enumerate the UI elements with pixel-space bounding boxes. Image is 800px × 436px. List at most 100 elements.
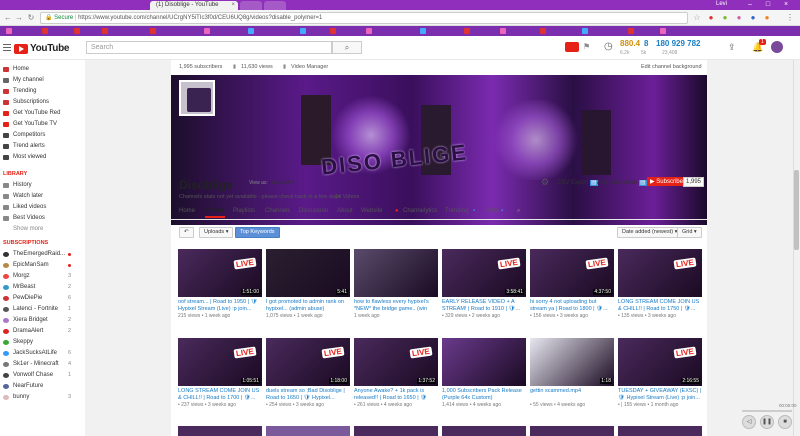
video-thumbnail[interactable]: LIVE 4:37:50: [530, 249, 614, 297]
close-window-icon[interactable]: ×: [778, 0, 794, 10]
sidebar-item[interactable]: Get YouTube Red: [0, 108, 85, 119]
profile-name[interactable]: Levi: [716, 1, 727, 7]
subscription-item[interactable]: PewDiePie 6: [0, 293, 85, 304]
video-thumbnail-partial[interactable]: [530, 426, 614, 436]
video-card[interactable]: LIVE LONG STREAM COME JOIN US & CHILL!! |…: [618, 249, 702, 319]
extension-icon[interactable]: ●: [720, 13, 730, 23]
subscription-item[interactable]: Latenci - Fortnite 1: [0, 304, 85, 315]
stop-icon[interactable]: ■: [778, 415, 792, 429]
rewind-icon[interactable]: ◁: [742, 415, 756, 429]
video-title[interactable]: LONG STREAM COME JOIN US & CHILL!! | Roa…: [618, 299, 702, 312]
video-thumbnail[interactable]: LIVE 1:51:00: [178, 249, 262, 297]
uploads-dropdown[interactable]: Uploads ▾: [199, 227, 234, 238]
bookmark-icon[interactable]: [366, 28, 372, 34]
bookmark-icon[interactable]: [150, 28, 156, 34]
bookmark-icon[interactable]: [420, 28, 426, 34]
subscription-item[interactable]: MrBeast 2: [0, 282, 85, 293]
subscription-item[interactable]: Vonwolf Chase 1: [0, 370, 85, 381]
gear-icon[interactable]: ⚙: [541, 177, 549, 188]
extension-icon[interactable]: ●: [706, 13, 716, 23]
bookmark-icon[interactable]: [628, 28, 634, 34]
bookmark-icon[interactable]: [500, 28, 506, 34]
video-title[interactable]: oof stream... | Road to 1950 | 🛡 Hypixel…: [178, 299, 262, 312]
video-thumbnail[interactable]: LIVE 3:58:41: [442, 249, 526, 297]
scrollbar-thumb[interactable]: [794, 170, 799, 250]
tab-discussion[interactable]: Discussion: [299, 208, 328, 214]
video-card[interactable]: LIVE 2:16:55 TUESDAY + GIVEAWAY (EXSC) | 🛡…: [618, 338, 702, 408]
video-thumbnail[interactable]: LIVE 1:05:51: [178, 338, 262, 386]
video-title[interactable]: LONG STREAM COME JOIN US & CHILL!! | Roa…: [178, 388, 262, 401]
bookmark-icon[interactable]: [6, 28, 12, 34]
url-input[interactable]: 🔒 Secure | https://www.youtube.com/chann…: [40, 12, 688, 24]
subscription-item[interactable]: Skeppy: [0, 337, 85, 348]
video-card[interactable]: LIVE 4:37:50 hi sorry 4 not uploading but …: [530, 249, 614, 319]
csv-export-button[interactable]: CSV Export ▤: [557, 179, 598, 186]
tab-playlists[interactable]: Playlists: [233, 208, 255, 214]
apps-icon[interactable]: ⚑: [583, 42, 590, 51]
subscription-item[interactable]: Morgz 3: [0, 271, 85, 282]
video-title[interactable]: duels stream so ;Bad Disoblige | Road to…: [266, 388, 350, 401]
video-title[interactable]: hi sorry 4 not uploading but stream ya |…: [530, 299, 614, 312]
video-thumbnail-partial[interactable]: [442, 426, 526, 436]
maximize-icon[interactable]: □: [760, 0, 776, 10]
sidebar-item[interactable]: Most viewed: [0, 152, 85, 163]
avatar[interactable]: [771, 41, 783, 53]
video-manager-link[interactable]: Video Manager: [291, 60, 328, 75]
video-card[interactable]: 1,000 Subscribers Pack Release (Purple 6…: [442, 338, 526, 408]
tab-channels[interactable]: Channels: [265, 208, 290, 214]
channel-avatar[interactable]: [179, 80, 215, 116]
video-title[interactable]: how to flawless every hypixel's *NEW* th…: [354, 299, 438, 312]
bookmark-icon[interactable]: [330, 28, 336, 34]
sidebar-item[interactable]: Subscriptions: [0, 97, 85, 108]
back-icon[interactable]: ←: [3, 13, 13, 23]
bookmark-icon[interactable]: [582, 28, 588, 34]
video-thumbnail-partial[interactable]: [266, 426, 350, 436]
sidebar-item[interactable]: Get YouTube TV: [0, 119, 85, 130]
star-icon[interactable]: ☆: [692, 13, 702, 23]
video-thumbnail[interactable]: LIVE: [618, 249, 702, 297]
bookmark-icon[interactable]: [42, 28, 48, 34]
sidebar-item[interactable]: Home: [0, 64, 85, 75]
youtube-logo[interactable]: YouTube: [14, 43, 70, 54]
bookmark-icon[interactable]: [74, 28, 80, 34]
tab-channelytics[interactable]: Channelytics: [403, 208, 437, 214]
video-card[interactable]: how to flawless every hypixel's *NEW* th…: [354, 249, 438, 319]
library-item[interactable]: Liked videos: [0, 202, 85, 213]
sidebar-item[interactable]: Competitors: [0, 130, 85, 141]
upload-video-icon[interactable]: [565, 42, 579, 52]
video-card[interactable]: LIVE 3:58:41 EARLY RELEASE VIDEO + A STREA…: [442, 249, 526, 319]
video-title[interactable]: 1,000 Subscribers Pack Release (Purple 6…: [442, 388, 526, 401]
video-thumbnail-partial[interactable]: [354, 426, 438, 436]
bookmark-icon[interactable]: [540, 28, 546, 34]
close-icon[interactable]: ×: [231, 2, 235, 8]
view-mode-dropdown[interactable]: Grid ▾: [677, 227, 702, 238]
video-title[interactable]: gettin scammed.mp4: [530, 388, 614, 401]
player-progress[interactable]: [742, 410, 792, 412]
video-title[interactable]: I got promoted to admin rank on hypixel.…: [266, 299, 350, 312]
view-as-select[interactable]: Yourself ▾: [271, 180, 295, 186]
search-input[interactable]: Search: [86, 41, 332, 54]
subscribe-button[interactable]: ▶ Subscribe: [647, 177, 686, 186]
extension-icon[interactable]: ●: [748, 13, 758, 23]
video-card[interactable]: 1:18 gettin scammed.mp4 • 55 views • 4 wee…: [530, 338, 614, 408]
bookmark-icon[interactable]: [204, 28, 210, 34]
video-thumbnail-partial[interactable]: [178, 426, 262, 436]
video-title[interactable]: TUESDAY + GIVEAWAY (EXSC) | 🛡 Hypixel St…: [618, 388, 702, 401]
bookmark-icon[interactable]: [660, 28, 666, 34]
extension-icon[interactable]: ●: [762, 13, 772, 23]
back-arrow-button[interactable]: ↶: [179, 227, 194, 238]
bookmark-icon[interactable]: [464, 28, 470, 34]
extension-icon[interactable]: ●: [734, 13, 744, 23]
browser-tab[interactable]: [264, 1, 286, 10]
top-keywords-button[interactable]: Top Keywords: [235, 227, 280, 238]
library-item[interactable]: Best Videos: [0, 213, 85, 224]
video-thumbnail[interactable]: LIVE 2:16:55: [618, 338, 702, 386]
add-competitor-button[interactable]: Add competitor ▤: [597, 179, 647, 186]
video-card[interactable]: LIVE 1:05:51 LONG STREAM COME JOIN US & CH…: [178, 338, 262, 408]
minimize-icon[interactable]: –: [742, 0, 758, 10]
upload-icon[interactable]: ⇪: [728, 42, 736, 53]
sidebar-item[interactable]: Trending: [0, 86, 85, 97]
subscription-item[interactable]: JackSucksAtLife 6: [0, 348, 85, 359]
tab-videos[interactable]: Videos: [205, 208, 225, 218]
edit-channel-art-link[interactable]: Edit channel background: [641, 60, 702, 75]
